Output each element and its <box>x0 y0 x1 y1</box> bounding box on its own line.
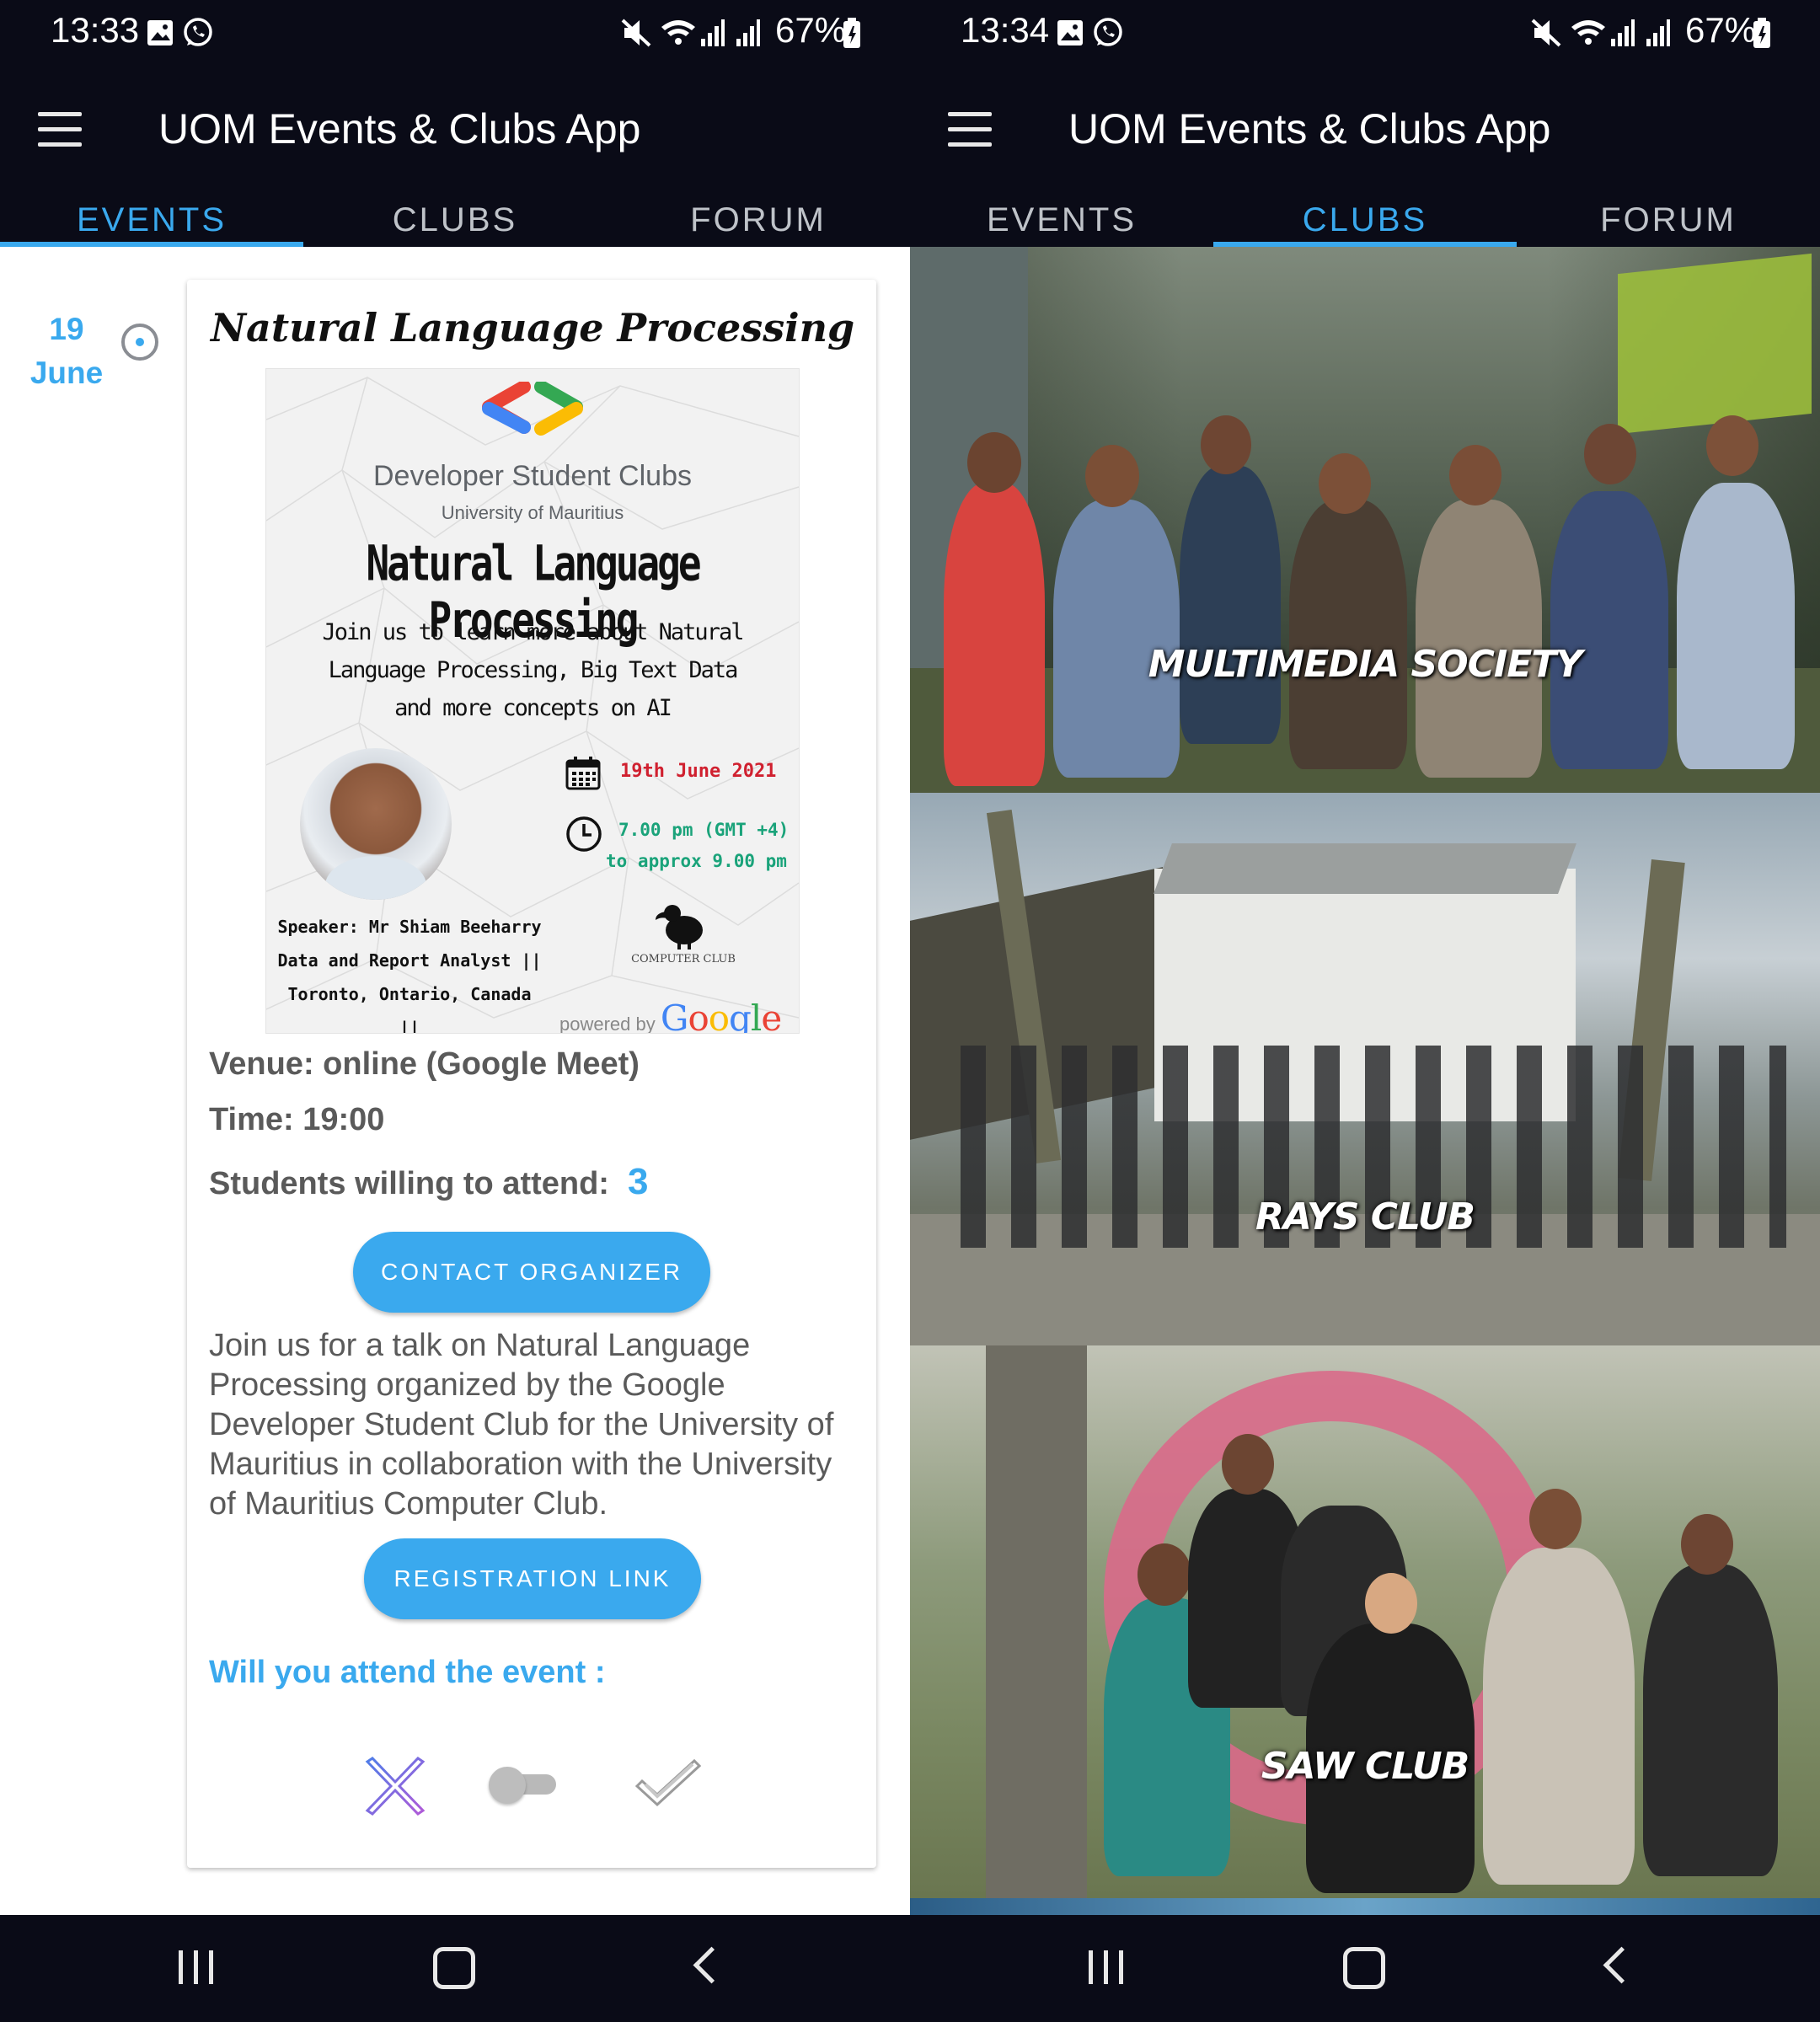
tab-bar: EVENTS CLUBS FORUM <box>910 190 1820 247</box>
attend-toggle[interactable] <box>489 1767 559 1804</box>
poster-time-end: to approx 9.00 pm <box>606 851 787 871</box>
club-card-saw-club[interactable]: SAW CLUB <box>910 1345 1820 1898</box>
menu-icon[interactable] <box>38 112 84 149</box>
tab-forum[interactable]: FORUM <box>607 190 910 247</box>
battery-percent: 67% <box>775 10 847 50</box>
battery-icon <box>1753 18 1770 48</box>
calendar-icon <box>565 757 601 790</box>
gallery-icon <box>147 20 173 45</box>
recent-apps-icon[interactable] <box>1070 1940 1146 1999</box>
speaker-photo <box>300 748 452 900</box>
battery-percent: 67% <box>1685 10 1757 50</box>
navigation-bar <box>0 1915 910 2022</box>
attending-check-icon[interactable] <box>634 1756 701 1815</box>
speaker-role: Data and Report Analyst || <box>277 950 542 971</box>
tab-events[interactable]: EVENTS <box>910 190 1213 247</box>
wifi-icon <box>661 20 695 45</box>
tab-forum[interactable]: FORUM <box>1517 190 1820 247</box>
poster-date: 19th June 2021 <box>620 761 777 782</box>
mute-icon <box>1531 19 1561 47</box>
next-club-card-edge <box>910 1898 1820 1915</box>
home-icon[interactable] <box>1323 1940 1399 1999</box>
clock-icon <box>566 816 602 852</box>
club-name: MULTIMEDIA SOCIETY <box>1148 643 1582 686</box>
back-icon[interactable] <box>1580 1940 1656 1999</box>
speaker-info: Speaker: Mr Shiam Beeharry Data and Repo… <box>275 910 544 1034</box>
developer-student-clubs-logo <box>482 382 583 436</box>
home-icon[interactable] <box>413 1940 489 1999</box>
signal-icon <box>701 19 725 46</box>
powered-by-google: powered by Google <box>559 998 782 1034</box>
navigation-bar <box>910 1915 1820 2022</box>
status-bar: 13:33 67% <box>0 0 910 67</box>
whatsapp-icon <box>184 18 212 46</box>
status-time: 13:34 <box>961 10 1050 50</box>
gallery-icon <box>1057 20 1083 45</box>
event-description: Join us for a talk on Natural Language P… <box>209 1328 834 1522</box>
attendance-row: Students willing to attend: 3 <box>209 1161 648 1203</box>
powered-by-label: powered by <box>559 1014 656 1034</box>
google-logo: Google <box>660 998 782 1034</box>
event-month: June <box>29 356 104 390</box>
contact-organizer-button[interactable]: CONTACT ORGANIZER <box>353 1232 710 1313</box>
signal-icon <box>736 19 760 46</box>
events-screen: 13:33 67% UOM Events & Clubs App EVENTS … <box>0 0 910 2022</box>
attendance-label: Students willing to attend: <box>209 1166 609 1201</box>
event-title: Natural Language Processing <box>211 305 855 350</box>
tab-clubs[interactable]: CLUBS <box>1213 190 1517 247</box>
event-time: Time: 19:00 <box>209 1102 385 1137</box>
event-poster[interactable]: Developer Student Clubs University of Ma… <box>265 368 800 1034</box>
status-bar: 13:34 67% <box>910 0 1820 67</box>
timeline-dot-icon <box>121 324 158 361</box>
registration-link-button[interactable]: REGISTRATION LINK <box>364 1538 701 1619</box>
app-bar: UOM Events & Clubs App <box>0 84 910 177</box>
not-attending-x-icon[interactable] <box>362 1753 428 1819</box>
app-title: UOM Events & Clubs App <box>1068 105 1551 152</box>
club-card-rays-club[interactable]: RAYS CLUB <box>910 793 1820 1345</box>
app-title: UOM Events & Clubs App <box>158 105 641 152</box>
event-day: 19 <box>49 312 84 346</box>
club-name: RAYS CLUB <box>1255 1196 1475 1238</box>
signal-icon <box>1611 19 1635 46</box>
tab-indicator <box>0 242 303 247</box>
tab-events[interactable]: EVENTS <box>0 190 303 247</box>
speaker-name: Speaker: Mr Shiam Beeharry <box>277 917 542 937</box>
poster-time-start: 7.00 pm (GMT +4) <box>618 820 790 840</box>
top-bar: 13:34 67% UOM Events & Clubs App EVENTS … <box>910 0 1820 247</box>
club-card-multimedia-society[interactable]: MULTIMEDIA SOCIETY <box>910 247 1820 793</box>
app-bar: UOM Events & Clubs App <box>910 84 1820 177</box>
poster-organization: Developer Student Clubs <box>372 460 692 492</box>
back-icon[interactable] <box>670 1940 746 1999</box>
tab-bar: EVENTS CLUBS FORUM <box>0 190 910 247</box>
top-bar: 13:33 67% UOM Events & Clubs App EVENTS … <box>0 0 910 247</box>
menu-icon[interactable] <box>948 112 994 149</box>
battery-icon <box>843 18 860 48</box>
computer-club-label: COMPUTER CLUB <box>631 953 736 966</box>
signal-icon <box>1646 19 1670 46</box>
club-name: SAW CLUB <box>1261 1745 1469 1788</box>
clubs-screen: 13:34 67% UOM Events & Clubs App EVENTS … <box>910 0 1820 2022</box>
tab-clubs[interactable]: CLUBS <box>303 190 607 247</box>
attendance-count: 3 <box>627 1161 649 1202</box>
whatsapp-icon <box>1094 18 1122 46</box>
event-venue: Venue: online (Google Meet) <box>209 1046 640 1082</box>
event-date: 19 June <box>20 308 113 395</box>
poster-description: Join us to learn more about Natural Lang… <box>322 619 745 721</box>
speaker-location: Toronto, Ontario, Canada || <box>287 984 532 1034</box>
recent-apps-icon[interactable] <box>160 1940 236 1999</box>
event-card: Natural Language Processing Developer St… <box>187 280 876 1868</box>
poster-university: University of Mauritius <box>441 502 624 523</box>
mute-icon <box>621 19 651 47</box>
attend-question: Will you attend the event : <box>209 1655 606 1690</box>
wifi-icon <box>1571 20 1605 45</box>
computer-club-dodo-logo <box>656 905 703 949</box>
status-time: 13:33 <box>51 10 140 50</box>
